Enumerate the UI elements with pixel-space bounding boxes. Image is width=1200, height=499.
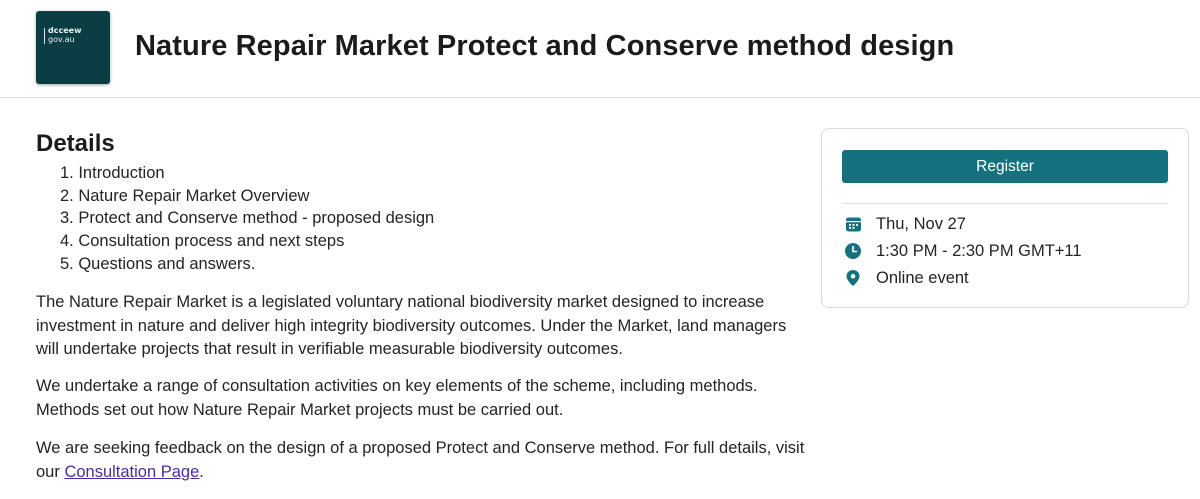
description-paragraph: The Nature Repair Market is a legislated… <box>36 293 787 358</box>
event-date: Thu, Nov 27 <box>876 214 966 233</box>
consultation-page-link[interactable]: Consultation Page <box>64 463 199 481</box>
feedback-paragraph: We are seeking feedback on the design of… <box>36 437 806 484</box>
feedback-text-end: . <box>199 462 204 481</box>
details-heading: Details <box>36 130 115 157</box>
location-pin-icon <box>844 269 862 287</box>
clock-icon <box>844 242 862 260</box>
event-title: Nature Repair Market Protect and Conserv… <box>135 30 955 62</box>
logo-line-1: dcceew <box>48 26 82 35</box>
logo-line-2: gov.au <box>48 35 75 44</box>
event-location: Online event <box>876 268 969 287</box>
agenda-item: 3. Protect and Conserve method - propose… <box>60 209 435 228</box>
agenda-item: 5. Questions and answers. <box>60 254 256 273</box>
agenda-item: 4. Consultation process and next steps <box>60 232 345 251</box>
event-info-card: Register Thu, Nov 27 1:30 PM - 2:30 PM G… <box>821 128 1189 308</box>
agenda-item: 1. Introduction <box>60 164 165 182</box>
logo-text: dcceew gov.au <box>48 26 81 44</box>
agenda-item: 2. Nature Repair Market Overview <box>60 186 310 205</box>
register-button[interactable]: Register <box>842 150 1168 183</box>
card-divider <box>842 203 1168 204</box>
consultation-paragraph: We undertake a range of consultation act… <box>36 377 758 419</box>
page-header: dcceew gov.au Nature Repair Market Prote… <box>0 0 1200 98</box>
calendar-icon <box>844 215 862 233</box>
event-time-row: 1:30 PM - 2:30 PM GMT+11 <box>844 240 1082 262</box>
dcceew-logo[interactable]: dcceew gov.au <box>36 11 110 84</box>
event-time: 1:30 PM - 2:30 PM GMT+11 <box>876 241 1082 260</box>
event-date-row: Thu, Nov 27 <box>844 213 966 235</box>
agenda-list: 1. Introduction 2. Nature Repair Market … <box>60 162 434 276</box>
event-location-row: Online event <box>844 267 969 289</box>
logo-bar <box>44 28 45 44</box>
